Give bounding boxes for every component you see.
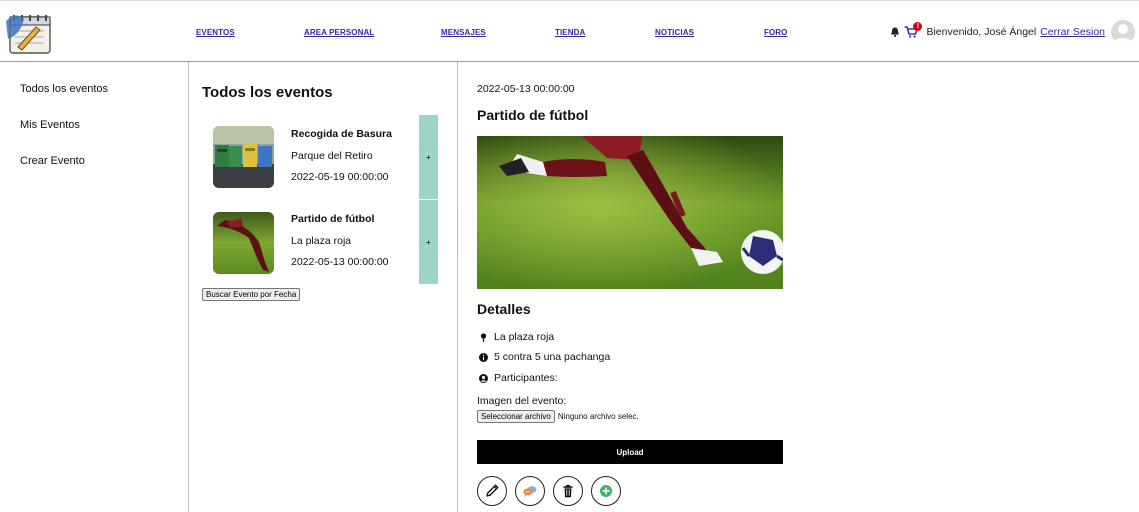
- delete-button[interactable]: [553, 476, 583, 506]
- logout-link[interactable]: Cerrar Sesion: [1040, 26, 1105, 38]
- bell-icon[interactable]: [890, 27, 900, 37]
- chat-button[interactable]: [515, 476, 545, 506]
- detail-title: Partido de fútbol: [477, 107, 589, 123]
- sidebar-item-crear-evento[interactable]: Crear Evento: [20, 155, 85, 167]
- cart-badge: !: [913, 22, 923, 31]
- nav-tienda[interactable]: TIENDA: [555, 28, 585, 37]
- event-name: Recogida de Basura: [291, 128, 392, 140]
- event-expand-button[interactable]: +: [419, 200, 438, 284]
- cart-icon[interactable]: !: [904, 22, 923, 38]
- nav-eventos[interactable]: EVENTOS: [196, 28, 235, 37]
- location-row: La plaza roja: [479, 331, 554, 343]
- add-icon: [600, 485, 612, 497]
- image-upload-label: Imagen del evento:: [477, 395, 567, 407]
- sidebar-item-mis-eventos[interactable]: Mis Eventos: [20, 119, 80, 131]
- welcome-text: Bienvenido, José Ángel: [926, 26, 1037, 38]
- detail-date: 2022-05-13 00:00:00: [477, 83, 575, 95]
- location-text: La plaza roja: [494, 331, 555, 343]
- list-title: Todos los eventos: [202, 84, 333, 101]
- event-card-recogida[interactable]: Recogida de Basura Parque del Retiro 202…: [202, 115, 438, 199]
- avatar-icon[interactable]: [1111, 20, 1135, 44]
- event-place: La plaza roja: [291, 235, 352, 247]
- event-image: [477, 136, 783, 289]
- edit-button[interactable]: [477, 476, 507, 506]
- event-expand-button[interactable]: +: [419, 115, 438, 199]
- participants-label: Participantes:: [494, 372, 558, 384]
- details-heading: Detalles: [477, 301, 531, 317]
- participants-row: Participantes:: [479, 372, 558, 384]
- pencil-icon: [486, 484, 499, 497]
- description-row: 5 contra 5 una pachanga: [479, 351, 610, 363]
- file-picker: Seleccionar archivo Ninguno archivo sele…: [477, 410, 639, 423]
- event-place: Parque del Retiro: [291, 150, 373, 162]
- app-logo[interactable]: [4, 9, 58, 57]
- sidebar: Todos los eventos Mis Eventos Crear Even…: [0, 62, 189, 512]
- upload-button[interactable]: Upload: [477, 440, 783, 464]
- info-icon: [479, 352, 488, 362]
- trash-icon: [563, 484, 573, 498]
- event-date: 2022-05-19 00:00:00: [291, 171, 389, 183]
- pin-icon: [480, 332, 487, 342]
- chat-icon: [523, 486, 537, 497]
- header: EVENTOS AREA PERSONAL MENSAJES TIENDA NO…: [0, 0, 1139, 62]
- description-text: 5 contra 5 una pachanga: [494, 351, 611, 363]
- nav-area-personal[interactable]: AREA PERSONAL: [304, 28, 374, 37]
- event-card-partido[interactable]: Partido de fútbol La plaza roja 2022-05-…: [202, 200, 438, 284]
- event-name: Partido de fútbol: [291, 213, 375, 225]
- user-icon: [479, 373, 488, 383]
- nav-mensajes[interactable]: MENSAJES: [441, 28, 486, 37]
- file-status: Ninguno archivo selec.: [557, 412, 639, 421]
- choose-file-button[interactable]: Seleccionar archivo: [477, 410, 555, 423]
- nav-foro[interactable]: FORO: [764, 28, 788, 37]
- nav-noticias[interactable]: NOTICIAS: [655, 28, 694, 37]
- join-button[interactable]: [591, 476, 621, 506]
- event-detail: 2022-05-13 00:00:00 Partido de fútbol De…: [458, 62, 1139, 512]
- event-date: 2022-05-13 00:00:00: [291, 256, 389, 268]
- sidebar-item-todos-los-eventos[interactable]: Todos los eventos: [20, 83, 108, 95]
- event-thumbnail: [213, 126, 274, 188]
- event-list: Todos los eventos Recogida de Basura Par…: [189, 62, 458, 512]
- event-thumbnail: [213, 212, 274, 274]
- search-by-date-button[interactable]: Buscar Evento por Fecha: [202, 288, 301, 301]
- user-area: ! Bienvenido, José Ángel Cerrar Sesion: [890, 22, 1105, 38]
